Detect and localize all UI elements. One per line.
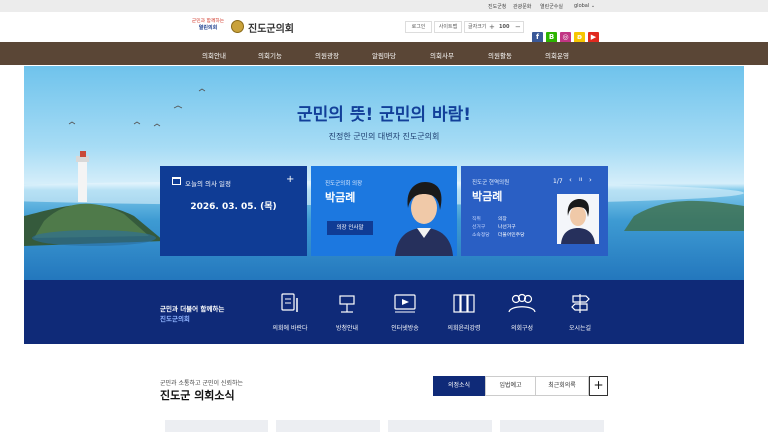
podium-icon [339,295,355,313]
news-more-button[interactable]: + [589,376,608,396]
nav-item-1[interactable]: 의회안내 [202,50,226,60]
main-nav: 의회안내 의회기능 의원광장 알림마당 의회사무 의원활동 의회운영 [0,42,768,65]
site-header: 군민과 함께하는 열린의회 진도군의회 로그인 사이트맵 글자크기 + 100 … [0,12,768,43]
zoom-in-button[interactable]: + [489,22,495,32]
chevron-down-icon: ⌄ [590,3,596,9]
schedule-more-button[interactable]: + [286,174,294,185]
nav-item-3[interactable]: 의원광장 [315,50,339,60]
zoom-level: 100 [499,24,510,30]
member-photo [557,194,599,244]
speaker-name: 박금례 [325,191,356,204]
people-icon [508,293,536,313]
quick-link-ethics[interactable]: 의회윤리강령 [439,290,489,332]
speaker-photo [395,182,453,256]
quick-link-composition[interactable]: 의회구성 [497,290,547,332]
logo-slogan[interactable]: 군민과 함께하는 열린의회 [186,19,230,31]
logo-slogan-bottom: 열린의회 [198,25,218,31]
member-info-value: 나선거구 [498,225,516,230]
tab-council-news[interactable]: 의정소식 [433,376,485,396]
chevron-right-icon[interactable]: › [589,176,592,184]
font-size-control: 글자크기 + 100 − [464,21,524,33]
schedule-card[interactable]: 오늘의 의사 일정 + 2026. 03. 05. (목) [160,166,307,256]
signpost-icon [571,294,590,313]
quick-link-label: 의회윤리강령 [447,325,481,332]
util-link-county[interactable]: 진도군청 [488,3,506,10]
login-button[interactable]: 로그인 [405,21,432,33]
quick-heading-line1: 군민과 더불어 함께하는 [160,305,225,313]
font-size-label: 글자크기 [468,24,487,30]
quick-link-label: 의회구성 [510,325,534,332]
quick-link-broadcast[interactable]: 인터넷방송 [380,290,430,332]
speaker-card: 진도군의회 의장 박금례 의장 인사말 [311,166,457,256]
zoom-out-button[interactable]: − [515,22,521,32]
member-info-value: 의장 [498,217,507,222]
sitemap-button[interactable]: 사이트맵 [434,21,462,33]
nav-item-7[interactable]: 의회운영 [545,50,569,60]
nav-item-4[interactable]: 알림마당 [372,50,396,60]
news-title: 진도군 의회소식 [160,389,235,402]
member-name: 박금례 [472,190,503,203]
util-link-governor[interactable]: 열린군수실 [540,3,563,10]
document-pen-icon [281,293,298,312]
util-link-global[interactable]: global ⌄ [574,3,595,9]
calendar-icon [172,177,181,185]
news-card[interactable] [500,420,604,432]
quick-link-request[interactable]: 의회에 바란다 [265,290,315,332]
quick-link-label: 오시는길 [568,325,592,332]
nav-item-2[interactable]: 의회기능 [258,50,282,60]
member-pager: 1/7 [553,178,563,185]
member-info-label: 소속정당 [472,233,490,238]
play-screen-icon [394,294,416,313]
member-info-value: 더불어민주당 [498,233,525,238]
member-info: 직위 의장 선거구 나선거구 소속정당 더불어민주당 [472,216,524,240]
member-info-label: 선거구 [472,225,486,230]
nav-item-6[interactable]: 의원활동 [488,50,512,60]
schedule-title: 오늘의 의사 일정 [185,180,231,188]
member-role: 진도군 현역의원 [472,180,510,186]
council-emblem-icon [231,20,244,33]
quick-link-label: 의회에 바란다 [272,325,308,332]
member-info-label: 직위 [472,217,481,222]
news-card[interactable] [165,420,268,432]
utility-bar: 진도군청 관광문화 열린군수실 global ⌄ [0,0,768,12]
speaker-greeting-button[interactable]: 의장 인사말 [327,221,373,235]
global-label: global [574,3,590,9]
news-subtitle: 군민과 소통하고 군민이 신뢰하는 [160,380,244,387]
quick-link-directions[interactable]: 오시는길 [555,290,605,332]
news-tabs: 의정소식 입법예고 최근회의록 + [433,376,608,396]
hero-subtitle: 진정한 군민의 대변자 진도군의회 [328,132,440,141]
news-card[interactable] [276,420,380,432]
pause-icon[interactable]: ıı [579,176,582,183]
quick-link-label: 인터넷방송 [391,325,419,332]
quick-link-visit[interactable]: 방청안내 [322,290,372,332]
member-card: 진도군 현역의원 박금례 1/7 ‹ ıı › 직위 의장 선거구 나선거구 소속정… [461,166,608,256]
site-title[interactable]: 진도군의회 [248,20,294,35]
chevron-left-icon[interactable]: ‹ [569,176,572,184]
quick-link-label: 방청안내 [335,325,359,332]
speaker-role: 진도군의회 의장 [325,181,363,187]
schedule-date: 2026. 03. 05. (목) [190,202,277,212]
tab-legislation-notice[interactable]: 입법예고 [485,376,536,396]
quick-links-heading: 군민과 더불어 함께하는 진도군의회 [160,304,224,324]
news-card[interactable] [388,420,492,432]
nav-item-5[interactable]: 의회사무 [430,50,454,60]
tab-recent-minutes[interactable]: 최근회의록 [536,376,589,396]
util-link-tourism[interactable]: 관광문화 [513,3,531,10]
hero-title: 군민의 뜻! 군민의 바람! [296,105,472,125]
quick-heading-line2: 진도군의회 [160,315,190,323]
books-icon [453,294,475,313]
